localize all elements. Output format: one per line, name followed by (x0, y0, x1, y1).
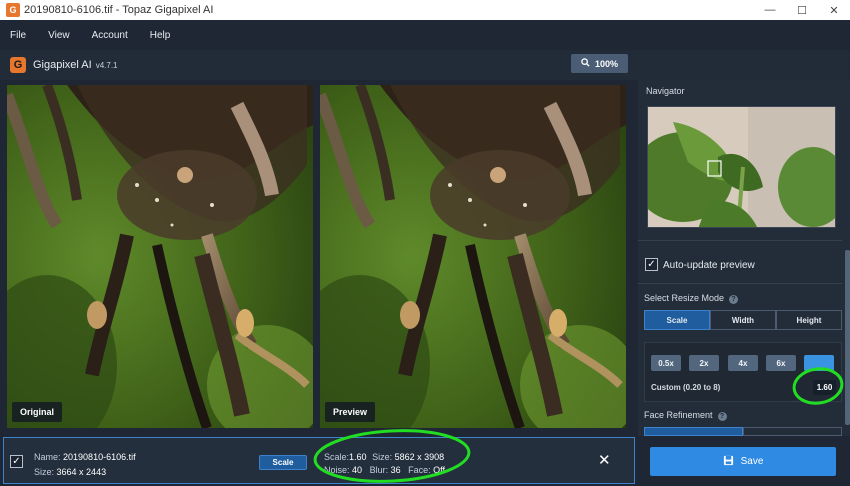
brand-name: Gigapixel AI (33, 59, 92, 71)
help-icon[interactable]: ? (729, 295, 739, 304)
out-size-value: 5862 x 3908 (394, 452, 445, 462)
noise-value: 40 (352, 465, 363, 475)
preview-label: Preview (325, 402, 376, 422)
file-list-row[interactable]: ✓ Name: 20190810-6106.tif Size: 3664 x 2… (3, 437, 635, 484)
zoom-label: 100% (594, 58, 619, 69)
resize-mode-title: Select Resize Mode? (644, 293, 739, 304)
app-icon: G (6, 3, 20, 17)
auto-update-label: Auto-update preview (663, 260, 755, 271)
window-title: 20190810-6106.tif - Topaz Gigapixel AI (24, 4, 214, 16)
navigator-thumbnail[interactable] (647, 106, 836, 228)
file-size: Size: 3664 x 2443 (34, 467, 106, 477)
face-help-icon[interactable]: ? (717, 412, 727, 421)
face-off-button[interactable] (644, 427, 743, 436)
auto-update-checkbox[interactable]: ✓ (645, 258, 658, 271)
preview-photo (320, 85, 626, 428)
face-refinement-text: Face Refinement (644, 410, 713, 420)
output-scale-info: Scale:1.60 Size: 5862 x 3908 (324, 452, 444, 462)
blur-value: 36 (390, 465, 401, 475)
scale-6x-button[interactable]: 6x (766, 355, 796, 371)
save-label: Save (740, 456, 764, 467)
save-disk-icon (723, 455, 734, 469)
size-label: Size: (34, 467, 55, 477)
menu-file[interactable]: File (10, 30, 26, 41)
version-label: v4.7.1 (95, 60, 118, 70)
panel-scrollbar[interactable] (845, 250, 850, 425)
menu-help[interactable]: Help (150, 30, 171, 41)
noise-label: Noise: (324, 465, 350, 475)
face-refinement-title: Face Refinement? (644, 410, 727, 421)
original-photo (7, 85, 313, 428)
menu-account[interactable]: Account (92, 30, 128, 41)
custom-scale-label: Custom (0.20 to 8) (651, 383, 721, 392)
app-header: G Gigapixel AI v4.7.1 100% (0, 50, 850, 80)
mode-width-button[interactable]: Width (710, 310, 776, 330)
menu-bar: File View Account Help (0, 20, 850, 50)
face-label: Face: (408, 465, 431, 475)
scale-4x-button[interactable]: 4x (728, 355, 758, 371)
menu-view[interactable]: View (48, 30, 70, 41)
mode-height-button[interactable]: Height (776, 310, 842, 330)
minimize-button[interactable]: — (754, 0, 786, 20)
save-button[interactable]: Save (650, 447, 836, 476)
settings-panel: Navigator ✓ Auto-update preview Select R… (638, 80, 850, 436)
maximize-button[interactable]: ☐ (786, 0, 818, 20)
output-settings-info: Noise: 40 Blur: 36 Face: Off (324, 465, 445, 475)
face-on-button[interactable] (743, 427, 842, 436)
scale-0.5x-button[interactable]: 0.5x (651, 355, 681, 371)
scale-2x-button[interactable]: 2x (689, 355, 719, 371)
scale-value: 1.60 (349, 452, 367, 462)
window-titlebar: G 20190810-6106.tif - Topaz Gigapixel AI… (0, 0, 850, 20)
remove-file-close-icon[interactable]: ✕ (598, 451, 611, 469)
scale-label: Scale: (324, 452, 350, 462)
bottom-bar: ✓ Name: 20190810-6106.tif Size: 3664 x 2… (0, 436, 850, 486)
custom-scale-input[interactable]: 1.60 (813, 380, 836, 395)
size-value: 3664 x 2443 (56, 467, 107, 477)
name-value: 20190810-6106.tif (63, 452, 136, 462)
magnifier-icon (581, 58, 590, 69)
gigapixel-logo-icon: G (10, 57, 26, 73)
file-scale-button[interactable]: Scale (259, 455, 307, 470)
zoom-button[interactable]: 100% (571, 54, 628, 73)
name-label: Name: (34, 452, 61, 462)
navigator-image (648, 107, 835, 227)
original-label: Original (12, 402, 63, 422)
file-select-checkbox[interactable]: ✓ (10, 455, 23, 468)
face-value: Off (433, 465, 445, 475)
preview-image-pane[interactable]: Preview (320, 85, 626, 428)
blur-label: Blur: (369, 465, 389, 475)
file-name: Name: 20190810-6106.tif (34, 452, 136, 462)
navigator-title: Navigator (646, 86, 685, 96)
out-size-label: Size: (372, 452, 393, 462)
mode-scale-button[interactable]: Scale (644, 310, 710, 330)
scale-custom-button[interactable] (804, 355, 834, 371)
resize-mode-text: Select Resize Mode (644, 293, 725, 303)
original-image-pane[interactable]: Original (7, 85, 313, 428)
close-window-button[interactable]: ✕ (818, 0, 850, 20)
